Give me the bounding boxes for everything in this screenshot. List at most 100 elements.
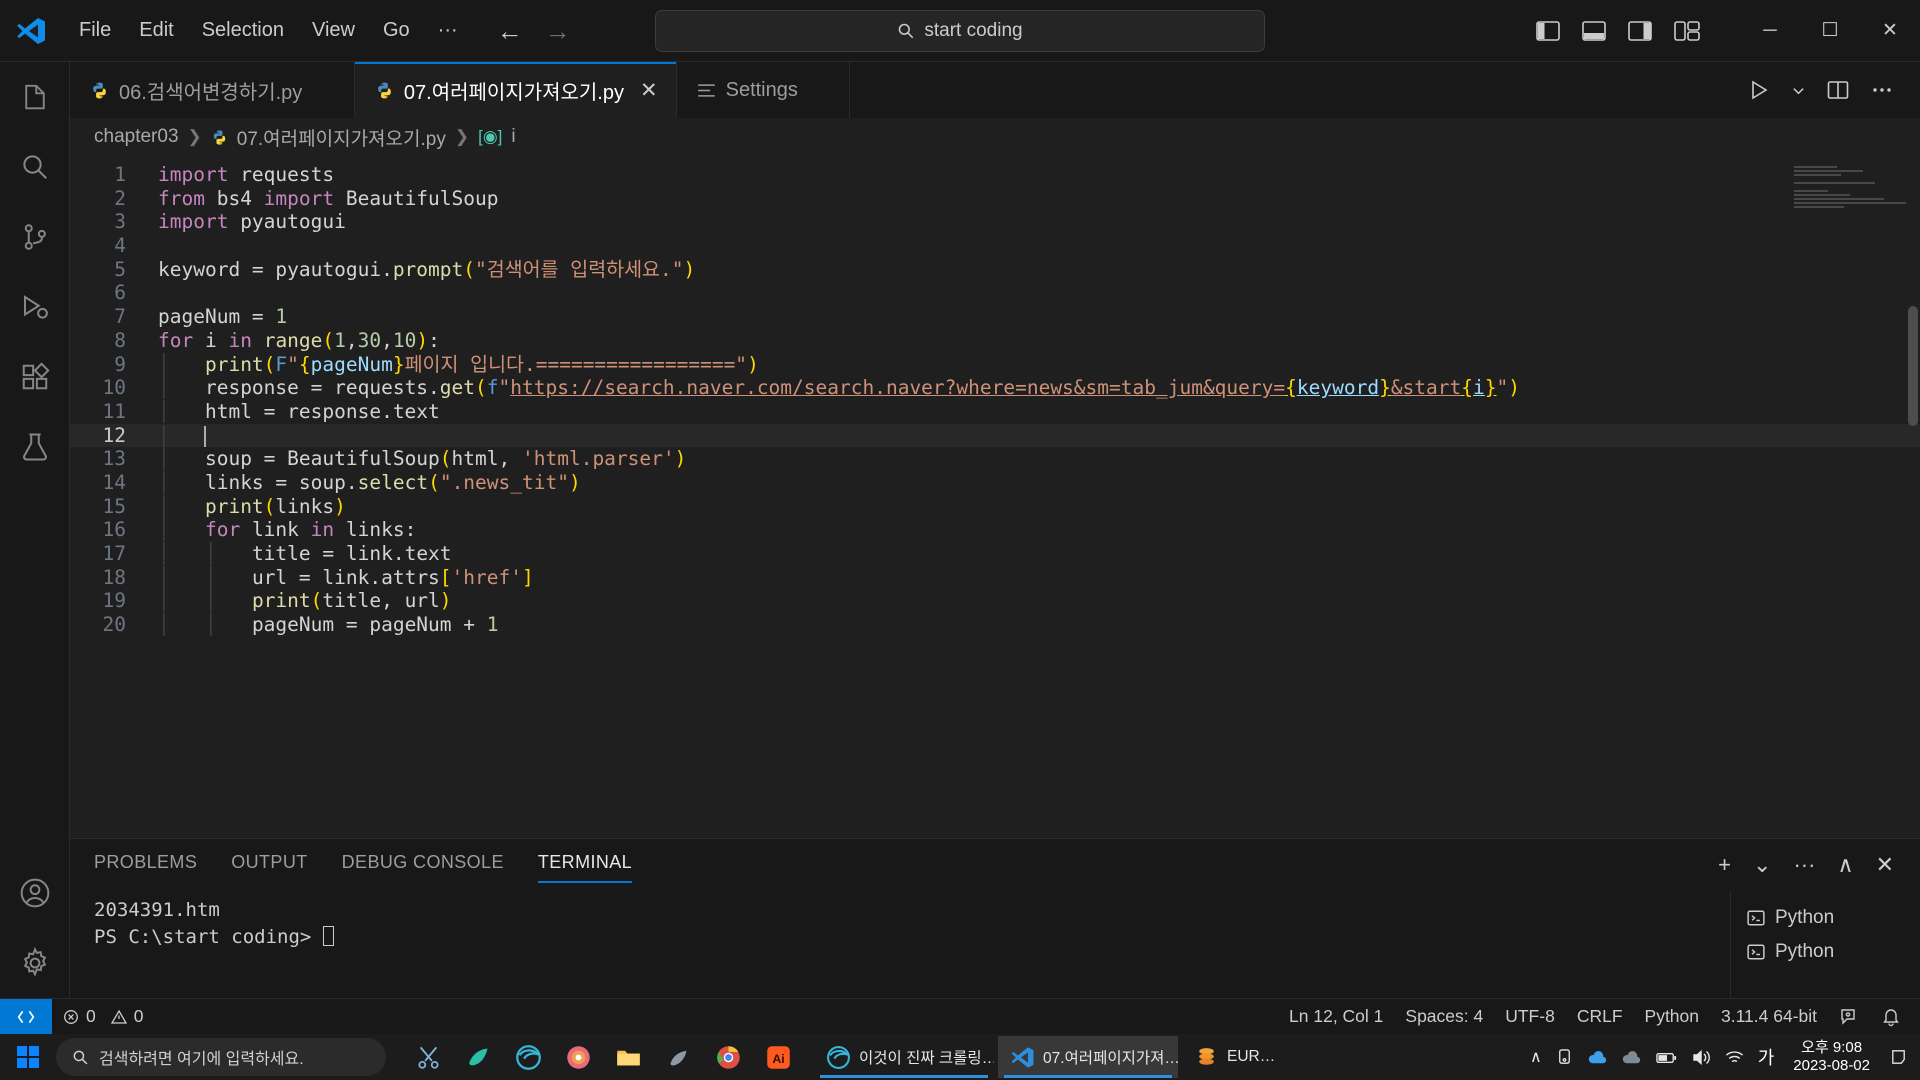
line-content[interactable]: from bs4 import BeautifulSoup [140,187,499,211]
wifi-icon[interactable] [1724,1048,1745,1067]
more-actions-icon[interactable] [1870,78,1894,102]
tab-07-여러페이지가져오기[interactable]: 07.여러페이지가져오기.py ✕ [354,62,677,118]
status-encoding[interactable]: UTF-8 [1494,999,1566,1035]
code-line-6[interactable]: 6 [70,281,1920,305]
illustrator-icon[interactable]: Ai [758,1037,798,1077]
sidebar-item-source-control[interactable] [0,202,70,272]
code-lines[interactable]: 1 import requests 2 from bs4 import Beautif… [70,156,1920,637]
status-problems[interactable]: 0 0 [52,999,154,1035]
line-content[interactable]: │ │ url = link.attrs['href'] [140,566,534,590]
line-content[interactable]: import requests [140,163,334,187]
status-eol[interactable]: CRLF [1566,999,1634,1035]
line-content[interactable]: │ soup = BeautifulSoup(html, 'html.parse… [140,447,686,471]
app-teal-icon[interactable] [458,1037,498,1077]
status-indentation[interactable]: Spaces: 4 [1394,999,1494,1035]
code-line-7[interactable]: 7 pageNum = 1 [70,305,1920,329]
tab-06-검색어변경하기[interactable]: 06.검색어변경하기.py ✕ [70,62,355,118]
cloud-icon[interactable] [1621,1048,1642,1067]
panel-tab-output[interactable]: OUTPUT [231,852,307,879]
code-line-8[interactable]: 8 for i in range(1,30,10): [70,329,1920,353]
taskbar-window-vscode[interactable]: 07.여러페이지가져… [998,1036,1178,1078]
editor-scrollbar[interactable] [1908,306,1918,426]
code-line-17[interactable]: 17 │ │ title = link.text [70,542,1920,566]
status-cursor-position[interactable]: Ln 12, Col 1 [1278,999,1394,1035]
panel-tab-debug-console[interactable]: DEBUG CONSOLE [342,852,504,879]
code-line-2[interactable]: 2 from bs4 import BeautifulSoup [70,187,1920,211]
minimize-button[interactable]: ─ [1740,0,1800,62]
chevron-down-icon[interactable]: ⌄ [1753,852,1771,878]
sidebar-item-testing[interactable] [0,412,70,482]
code-line-3[interactable]: 3 import pyautogui [70,210,1920,234]
code-line-19[interactable]: 19 │ │ print(title, url) [70,589,1920,613]
close-button[interactable]: ✕ [1860,0,1920,62]
accounts-button[interactable] [0,858,70,928]
sidebar-item-explorer[interactable] [0,62,70,132]
menu-more[interactable]: ··· [425,13,471,48]
bell-icon[interactable] [1870,999,1912,1035]
status-language-mode[interactable]: Python [1634,999,1710,1035]
maximize-panel-icon[interactable]: ∧ [1837,852,1853,878]
line-content[interactable]: │ │ pageNum = pageNum + 1 [140,613,499,637]
line-content[interactable]: pageNum = 1 [140,305,287,329]
line-content[interactable]: │ [140,424,206,448]
notification-bell-icon[interactable] [1889,1048,1908,1067]
battery-icon[interactable] [1655,1048,1678,1067]
tab-close-icon[interactable]: ✕ [640,78,658,103]
line-content[interactable]: │ for link in links: [140,518,416,542]
monitor-icon[interactable] [1555,1048,1574,1067]
snip-icon[interactable] [408,1037,448,1077]
code-line-4[interactable]: 4 [70,234,1920,258]
arrow-left-icon[interactable]: ← [497,18,523,44]
windows-start-icon[interactable] [0,1046,56,1068]
line-content[interactable]: │ print(links) [140,495,346,519]
taskbar-search-input[interactable]: 검색하려면 여기에 입력하세요. [56,1038,386,1076]
toggle-primary-sidebar-icon[interactable] [1536,20,1560,42]
new-terminal-icon[interactable]: + [1718,852,1731,878]
close-panel-icon[interactable]: ✕ [1876,852,1894,878]
line-content[interactable]: for i in range(1,30,10): [140,329,440,353]
code-editor[interactable]: 1 import requests 2 from bs4 import Beautif… [70,156,1920,838]
feedback-icon[interactable] [1828,999,1870,1035]
menu-selection[interactable]: Selection [189,13,297,48]
menu-edit[interactable]: Edit [126,13,186,48]
line-content[interactable]: import pyautogui [140,210,346,234]
app-gray-icon[interactable] [658,1037,698,1077]
code-line-1[interactable]: 1 import requests [70,163,1920,187]
sidebar-item-search[interactable] [0,132,70,202]
terminal-instance-1[interactable]: Python [1731,901,1920,935]
breadcrumb-symbol[interactable]: i [511,126,515,148]
run-play-icon[interactable] [1747,78,1771,102]
tray-expand-chevron-icon[interactable]: ∧ [1530,1047,1542,1067]
menu-file[interactable]: File [66,13,124,48]
status-interpreter[interactable]: 3.11.4 64-bit [1710,999,1828,1035]
taskbar-clock[interactable]: 오후 9:08 2023-08-02 [1787,1039,1876,1075]
code-line-11[interactable]: 11 │ html = response.text [70,400,1920,424]
minimap[interactable] [1794,166,1906,231]
tab-settings[interactable]: Settings ✕ [676,62,851,118]
file-explorer-icon[interactable] [608,1037,648,1077]
sidebar-item-run-and-debug[interactable] [0,272,70,342]
taskbar-window-eur[interactable]: EUR… [1182,1036,1287,1078]
code-line-9[interactable]: 9 │ print(F"{pageNum}페이지 입니다.============… [70,353,1920,377]
code-line-13[interactable]: 13 │ soup = BeautifulSoup(html, 'html.par… [70,447,1920,471]
line-content[interactable]: │ links = soup.select(".news_tit") [140,471,581,495]
toggle-panel-icon[interactable] [1582,20,1606,42]
code-line-5[interactable]: 5 keyword = pyautogui.prompt("검색어를 입력하세요.… [70,258,1920,282]
maximize-button[interactable]: ☐ [1800,0,1860,62]
terminal-instance-2[interactable]: Python [1731,935,1920,969]
remote-window-icon[interactable] [0,998,52,1035]
line-content[interactable]: │ │ title = link.text [140,542,452,566]
line-content[interactable]: │ html = response.text [140,400,440,424]
customize-layout-icon[interactable] [1674,20,1700,42]
volume-icon[interactable] [1691,1048,1711,1067]
panel-tab-problems[interactable]: PROBLEMS [94,852,197,879]
more-actions-icon[interactable]: ··· [1793,852,1815,878]
code-line-14[interactable]: 14 │ links = soup.select(".news_tit") [70,471,1920,495]
menu-go[interactable]: Go [370,13,423,48]
circle-colors-icon[interactable] [558,1037,598,1077]
onedrive-icon[interactable] [1587,1048,1608,1067]
code-line-10[interactable]: 10 │ response = requests.get(f"https://se… [70,376,1920,400]
menu-view[interactable]: View [299,13,368,48]
panel-tab-terminal[interactable]: TERMINAL [537,852,633,883]
chrome-icon[interactable] [708,1037,748,1077]
